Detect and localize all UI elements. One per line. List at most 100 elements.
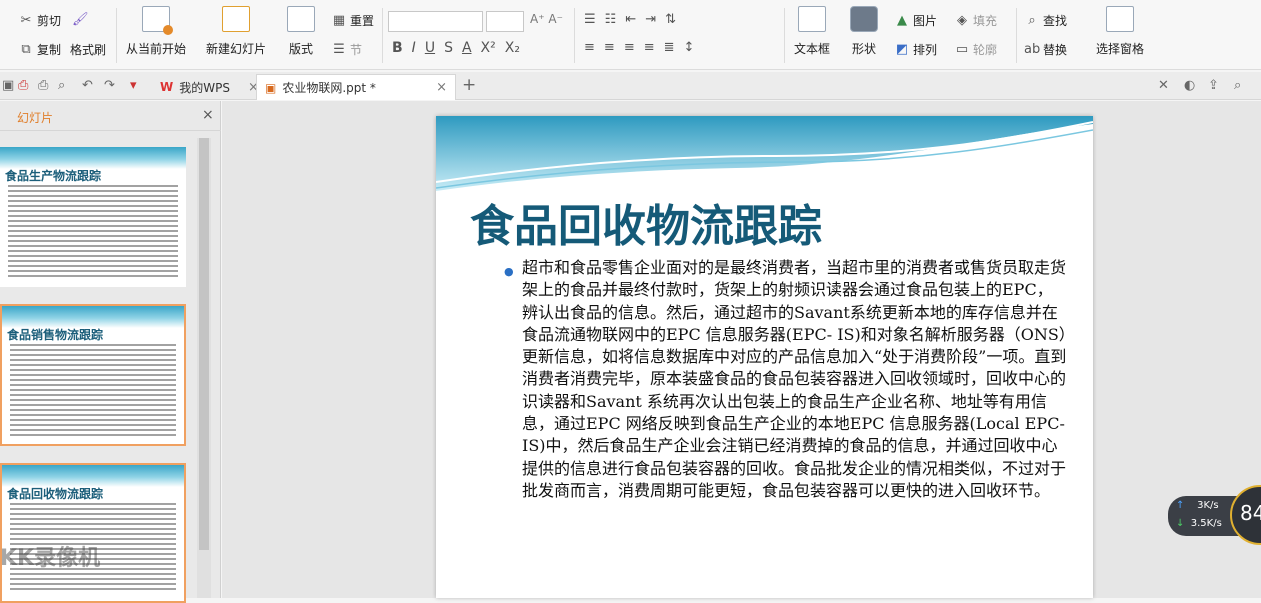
superscript-icon[interactable]: X² [481, 40, 496, 56]
format-painter-icon[interactable]: 🖌 [72, 12, 89, 28]
picture-icon: ▲ [897, 12, 907, 28]
outline-button[interactable]: ▭ 轮廓 [954, 41, 997, 58]
slide-thumbnail[interactable]: 食品销售物流跟踪 [0, 304, 186, 446]
divider [382, 8, 383, 63]
replace-button[interactable]: ab 替换 [1024, 41, 1067, 58]
save-icon[interactable]: ▣ [2, 78, 14, 93]
pdf-export-icon[interactable]: ◐ [1184, 78, 1195, 93]
bold-icon[interactable]: B [392, 40, 403, 56]
thumbnail-text [8, 185, 178, 279]
tab-document[interactable]: ▣ 农业物联网.ppt * × [256, 74, 456, 100]
share-icon[interactable]: ⇪ [1208, 78, 1219, 93]
increase-indent-icon[interactable]: ⇥ [645, 12, 656, 27]
distributed-icon[interactable]: ≣ [664, 40, 675, 55]
align-group: ≡ ≡ ≡ ≡ ≣ ↕ [584, 40, 694, 55]
redo-icon[interactable]: ↷ [104, 78, 115, 93]
section-button[interactable]: ☰ 节 [331, 41, 362, 58]
copy-icon: ⧉ [21, 41, 31, 57]
slideshow-icon [142, 6, 173, 35]
section-icon: ☰ [333, 41, 345, 57]
thumbnail-title: 食品回收物流跟踪 [7, 487, 104, 501]
slide-thumbnail-current[interactable]: 食品回收物流跟踪 [0, 463, 186, 603]
fill-button[interactable]: ◈ 填充 [954, 12, 997, 29]
paragraph-group: ☰ ☷ ⇤ ⇥ ⇅ [584, 12, 676, 27]
selection-pane-icon [1106, 6, 1134, 32]
close-icon[interactable]: × [202, 107, 214, 123]
underline-icon[interactable]: U [425, 40, 435, 56]
new-tab-icon[interactable]: + [462, 75, 476, 95]
slides-panel: 幻灯片 × 食品生产物流跟踪 食品销售物流跟踪 ▣ ＋ 食品回收物流跟踪 [0, 101, 221, 603]
wave-decoration [2, 465, 184, 487]
shape-icon [850, 6, 878, 32]
reset-button[interactable]: ▦ 重置 [331, 12, 374, 29]
preview-icon[interactable]: ⌕ [58, 78, 65, 93]
italic-icon[interactable]: I [412, 40, 416, 56]
line-spacing-icon[interactable]: ↕ [684, 40, 695, 55]
panel-header: 幻灯片 × [0, 101, 221, 131]
text-format-group: B I U S A X² X₂ [392, 40, 520, 56]
customize-icon[interactable]: ▾ [130, 78, 137, 93]
search-icon[interactable]: ⌕ [1234, 78, 1241, 93]
font-size-select[interactable] [486, 11, 524, 32]
wave-header [436, 116, 1093, 191]
divider [784, 8, 785, 63]
picture-button[interactable]: ▲ 图片 [894, 12, 937, 29]
decrease-indent-icon[interactable]: ⇤ [625, 12, 636, 27]
close-icon[interactable]: × [436, 80, 447, 95]
outline-icon: ▭ [955, 41, 969, 57]
divider [1016, 8, 1017, 63]
subscript-icon[interactable]: X₂ [505, 40, 520, 56]
find-button[interactable]: ⌕ 查找 [1024, 12, 1067, 29]
thumbnail-text [10, 344, 176, 436]
pdf-icon[interactable]: ⎙ [18, 78, 28, 93]
align-right-icon[interactable]: ≡ [624, 40, 635, 55]
new-slide-button[interactable]: 新建幻灯片 [206, 6, 266, 57]
undo-icon[interactable]: ↶ [82, 78, 93, 93]
ribbon: ✂ 剪切 ⧉ 复制 🖌 格式刷 从当前开始 新建幻灯片 版式 ▦ 重置 ☰ 节 A⁺ A… [0, 0, 1261, 70]
cut-button[interactable]: ✂ 剪切 [18, 12, 61, 29]
panel-scrollbar[interactable] [197, 138, 211, 598]
upload-speed: ↑ 3K/s [1176, 500, 1219, 511]
text-direction-icon[interactable]: ⇅ [665, 12, 676, 27]
align-center-icon[interactable]: ≡ [604, 40, 615, 55]
justify-icon[interactable]: ≡ [644, 40, 655, 55]
reset-icon: ▦ [332, 12, 346, 28]
wps-logo-icon: W [160, 80, 174, 94]
panel-title[interactable]: 幻灯片 [17, 109, 53, 126]
tab-my-wps[interactable]: W 我的WPS × [152, 74, 267, 100]
pin-icon[interactable]: ✕ [1158, 78, 1169, 93]
scissors-icon: ✂ [20, 12, 32, 28]
play-from-current-button[interactable]: 从当前开始 [126, 6, 186, 57]
fill-icon: ◈ [957, 12, 967, 28]
slide-title[interactable]: 食品回收物流跟踪 [470, 190, 822, 254]
copy-button[interactable]: ⧉ 复制 [18, 41, 61, 58]
wave-decoration [0, 147, 186, 169]
new-slide-icon [222, 6, 250, 32]
selection-pane-button[interactable]: 选择窗格 [1096, 6, 1144, 57]
arrange-icon: ◩ [895, 41, 909, 57]
print-icon[interactable]: ⎙ [38, 78, 48, 93]
numbering-icon[interactable]: ☷ [605, 12, 617, 27]
grow-font-icon[interactable]: A⁺ A⁻ [530, 12, 563, 26]
layout-button[interactable]: 版式 [287, 6, 315, 57]
align-left-icon[interactable]: ≡ [584, 40, 595, 55]
slide-thumbnail[interactable]: 食品生产物流跟踪 [0, 147, 186, 287]
scrollbar-thumb[interactable] [199, 138, 209, 550]
text-box-button[interactable]: 文本框 [794, 6, 830, 57]
watermark: KK录像机 [0, 546, 101, 571]
ppt-file-icon: ▣ [265, 80, 277, 95]
search-icon: ⌕ [1028, 12, 1036, 28]
font-family-select[interactable] [388, 11, 483, 32]
divider [574, 8, 575, 63]
strike-icon[interactable]: S [444, 40, 453, 56]
bullets-icon[interactable]: ☰ [584, 12, 596, 27]
arrange-button[interactable]: ◩ 排列 [894, 41, 937, 58]
font-color-icon[interactable]: A [462, 40, 472, 56]
divider [116, 8, 117, 63]
slide-body-text[interactable]: 超市和食品零售企业面对的是最终消费者，当超市里的消费者或售货员取走货架上的食品并… [522, 257, 1067, 502]
slide[interactable]: 食品回收物流跟踪 ● 超市和食品零售企业面对的是最终消费者，当超市里的消费者或售… [436, 116, 1093, 598]
layout-icon [287, 6, 315, 32]
format-painter-button[interactable]: 格式刷 [70, 41, 106, 58]
shape-button[interactable]: 形状 [850, 6, 878, 57]
wave-decoration [2, 306, 184, 328]
